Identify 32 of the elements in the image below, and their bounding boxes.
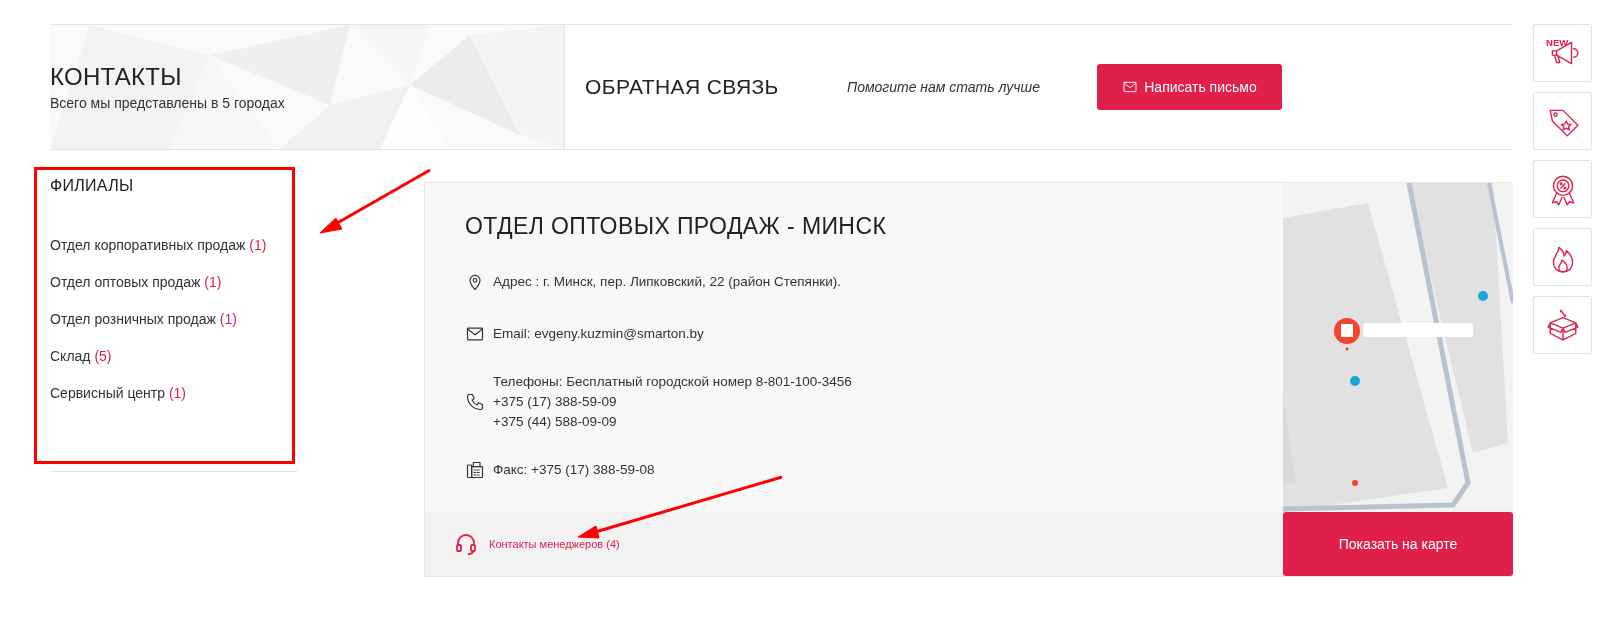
branch-link[interactable]: Сервисный центр (1) — [50, 385, 187, 401]
branch-link[interactable]: Отдел оптовых продаж (1) — [50, 274, 222, 290]
branch-link[interactable]: Отдел корпоративных продаж (1) — [50, 237, 267, 253]
email-text: Email: evgeny.kuzmin@smarton.by — [493, 325, 704, 343]
phone-icon — [465, 392, 485, 412]
write-letter-button[interactable]: Написать письмо — [1097, 64, 1282, 110]
branch-link[interactable]: Склад (5) — [50, 348, 112, 364]
page-subtitle: Всего мы представлены в 5 городах — [50, 95, 286, 111]
headset-icon — [455, 532, 477, 556]
promo-link[interactable]: NEW — [1533, 24, 1592, 82]
branch-link[interactable]: Отдел розничных продаж (1) — [50, 311, 237, 327]
envelope-icon — [1122, 79, 1139, 95]
office-title: ОТДЕЛ ОПТОВЫХ ПРОДАЖ - МИНСК — [465, 213, 888, 240]
box-icon — [1546, 309, 1579, 341]
branches-heading: ФИЛИАЛЫ — [50, 177, 135, 195]
fax-icon — [465, 460, 485, 480]
address-text: Адрес : г. Минск, пер. Липковский, 22 (район Степянки). — [493, 273, 842, 291]
show-on-map-button[interactable]: Показать на карте — [1283, 512, 1513, 576]
fax-text: Факс: +375 (17) 388-59-08 — [493, 461, 655, 479]
promo-link[interactable] — [1533, 92, 1592, 150]
phone-text: Телефоны: Бесплатный городской номер 8-801-100-3456 +375 (17) 388-59-09 +375 (44) 588-09-09 — [493, 373, 852, 431]
new-label: NEW — [1545, 36, 1568, 48]
award-icon — [1551, 175, 1574, 206]
promo-link[interactable] — [1533, 296, 1592, 354]
tag-icon — [1549, 109, 1579, 137]
page-title: КОНТАКТЫ — [50, 63, 183, 91]
section-title: ОБРАТНАЯ СВЯЗЬ — [585, 75, 780, 99]
promo-link[interactable] — [1533, 228, 1592, 286]
tagline: Помогите нам стать лучше — [847, 79, 1041, 95]
flame-icon — [1552, 246, 1573, 273]
managers-link[interactable]: Контакты менеджеров (4) — [489, 538, 620, 550]
promo-link[interactable] — [1533, 160, 1592, 218]
